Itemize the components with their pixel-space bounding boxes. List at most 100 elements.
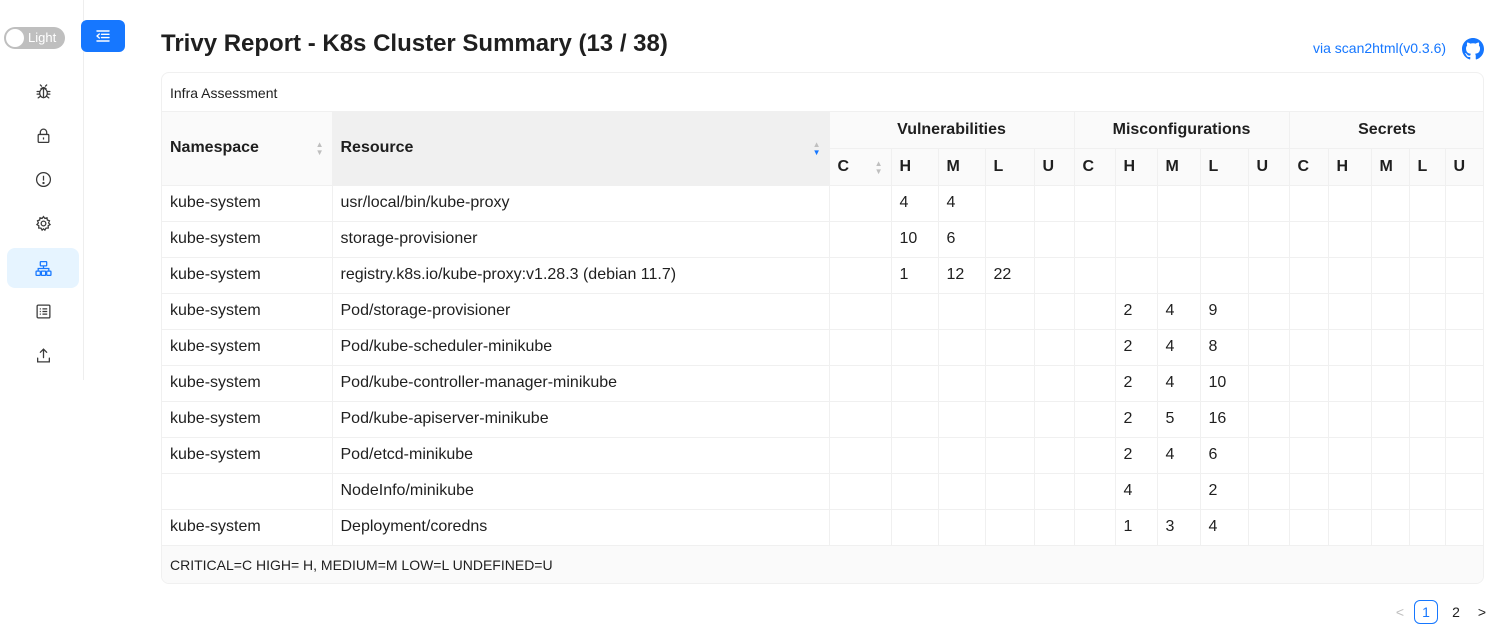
- table-row[interactable]: NodeInfo/minikube 4 2: [162, 473, 1483, 510]
- sidebar-item-secrets[interactable]: [7, 115, 79, 155]
- column-header-namespace[interactable]: Namespace ▲ ▼: [162, 112, 333, 186]
- s-count-cell: [1445, 365, 1483, 402]
- sort-icon[interactable]: ▲ ▼: [875, 159, 883, 176]
- s-count-cell: [1371, 221, 1410, 258]
- v-count-cell: [829, 365, 892, 402]
- mc-count-cell: [1074, 185, 1116, 222]
- s-count-cell: [1328, 257, 1372, 294]
- s-count-cell: [1328, 329, 1372, 366]
- mc-count-cell: [1157, 185, 1201, 222]
- column-header-misconf-low: L: [1200, 148, 1249, 186]
- namespace-cell: kube-system: [162, 293, 333, 330]
- scan2html-link[interactable]: via scan2html(v0.3.6): [1313, 40, 1446, 56]
- namespace-cell: kube-system: [162, 509, 333, 546]
- resource-cell: registry.k8s.io/kube-proxy:v1.28.3 (debi…: [332, 257, 830, 294]
- lock-icon: [37, 128, 49, 143]
- table-row[interactable]: kube-system Pod/kube-apiserver-minikube 2 5…: [162, 401, 1483, 438]
- s-count-cell: [1445, 509, 1483, 546]
- theme-toggle[interactable]: Light: [4, 27, 65, 49]
- cluster-icon: [34, 260, 52, 276]
- s-count-cell: [1371, 509, 1410, 546]
- sidebar-item-report-list[interactable]: [7, 291, 79, 331]
- prev-page-button[interactable]: <: [1392, 600, 1408, 624]
- v-count-cell: [1034, 437, 1075, 474]
- v-count-cell: [829, 185, 892, 222]
- sort-icon[interactable]: ▲ ▼: [316, 141, 324, 157]
- upload-icon: [36, 347, 50, 363]
- sidebar-item-settings[interactable]: [7, 203, 79, 243]
- namespace-cell: kube-system: [162, 365, 333, 402]
- mc-count-cell: 4: [1157, 437, 1201, 474]
- column-group-secrets: Secrets: [1289, 112, 1483, 149]
- column-header-misconf-critical: C: [1074, 148, 1116, 186]
- namespace-cell: kube-system: [162, 329, 333, 366]
- sort-icon[interactable]: ▲ ▼: [813, 141, 821, 157]
- v-count-cell: [985, 473, 1035, 510]
- v-count-cell: [829, 221, 892, 258]
- mc-count-cell: [1074, 257, 1116, 294]
- v-count-cell: [829, 293, 892, 330]
- column-header-resource[interactable]: Resource ▲ ▼: [332, 112, 830, 186]
- v-count-cell: [985, 293, 1035, 330]
- s-count-cell: [1289, 185, 1329, 222]
- table-row[interactable]: kube-system Pod/storage-provisioner 2 4 9: [162, 293, 1483, 330]
- next-page-button[interactable]: >: [1474, 600, 1487, 624]
- table-row[interactable]: kube-system usr/local/bin/kube-proxy 4 4: [162, 185, 1483, 222]
- resource-cell: Pod/kube-controller-manager-minikube: [332, 365, 830, 402]
- mc-count-cell: 4: [1157, 329, 1201, 366]
- s-count-cell: [1445, 437, 1483, 474]
- mc-count-cell: 2: [1200, 473, 1249, 510]
- resource-cell: usr/local/bin/kube-proxy: [332, 185, 830, 222]
- table-row[interactable]: kube-system Pod/kube-scheduler-minikube 2 4…: [162, 329, 1483, 366]
- mc-count-cell: 2: [1115, 401, 1158, 438]
- table-row[interactable]: kube-system Pod/etcd-minikube 2 4 6: [162, 437, 1483, 474]
- mc-count-cell: [1074, 473, 1116, 510]
- table-row[interactable]: kube-system Pod/kube-controller-manager-m…: [162, 365, 1483, 402]
- v-count-cell: [891, 509, 939, 546]
- s-count-cell: [1289, 293, 1329, 330]
- table-row[interactable]: kube-system storage-provisioner 10 6: [162, 221, 1483, 258]
- severity-legend: CRITICAL=C HIGH= H, MEDIUM=M LOW=L UNDEF…: [162, 545, 1483, 583]
- alert-circle-icon: [35, 171, 51, 187]
- column-header-vuln-medium: M: [938, 148, 986, 186]
- mc-count-cell: [1074, 221, 1116, 258]
- v-count-cell: [985, 221, 1035, 258]
- s-count-cell: [1445, 185, 1483, 222]
- mc-count-cell: 5: [1157, 401, 1201, 438]
- v-count-cell: [829, 437, 892, 474]
- page-2-button[interactable]: 2: [1444, 600, 1468, 624]
- github-icon[interactable]: [1462, 38, 1484, 60]
- column-header-vuln-critical[interactable]: C ▲ ▼: [829, 148, 892, 186]
- page-title: Trivy Report - K8s Cluster Summary (13 /…: [161, 30, 668, 57]
- v-count-cell: [1034, 257, 1075, 294]
- s-count-cell: [1371, 437, 1410, 474]
- mc-count-cell: [1157, 221, 1201, 258]
- bug-icon: [35, 83, 51, 99]
- s-count-cell: [1409, 473, 1446, 510]
- menu-collapse-button[interactable]: [81, 20, 125, 52]
- toggle-knob: [6, 29, 24, 47]
- mc-count-cell: [1074, 509, 1116, 546]
- mc-count-cell: 1: [1115, 509, 1158, 546]
- s-count-cell: [1289, 473, 1329, 510]
- s-count-cell: [1328, 509, 1372, 546]
- mc-count-cell: [1200, 257, 1249, 294]
- v-count-cell: [985, 185, 1035, 222]
- mc-count-cell: 8: [1200, 329, 1249, 366]
- s-count-cell: [1445, 221, 1483, 258]
- pagination: < 1 2 >: [1392, 600, 1487, 624]
- page-1-button[interactable]: 1: [1414, 600, 1438, 624]
- s-count-cell: [1371, 365, 1410, 402]
- mc-count-cell: 6: [1200, 437, 1249, 474]
- sidebar-item-misconfigurations[interactable]: [7, 159, 79, 199]
- s-count-cell: [1409, 437, 1446, 474]
- sidebar-item-vulnerabilities[interactable]: [7, 71, 79, 111]
- sidebar-item-k8s-cluster[interactable]: [7, 248, 79, 288]
- v-count-cell: [1034, 509, 1075, 546]
- sidebar-item-upload[interactable]: [7, 335, 79, 375]
- table-row[interactable]: kube-system Deployment/coredns 1 3 4: [162, 509, 1483, 546]
- v-count-cell: [938, 437, 986, 474]
- table-row[interactable]: kube-system registry.k8s.io/kube-proxy:v1…: [162, 257, 1483, 294]
- mc-count-cell: 2: [1115, 365, 1158, 402]
- v-count-cell: [1034, 473, 1075, 510]
